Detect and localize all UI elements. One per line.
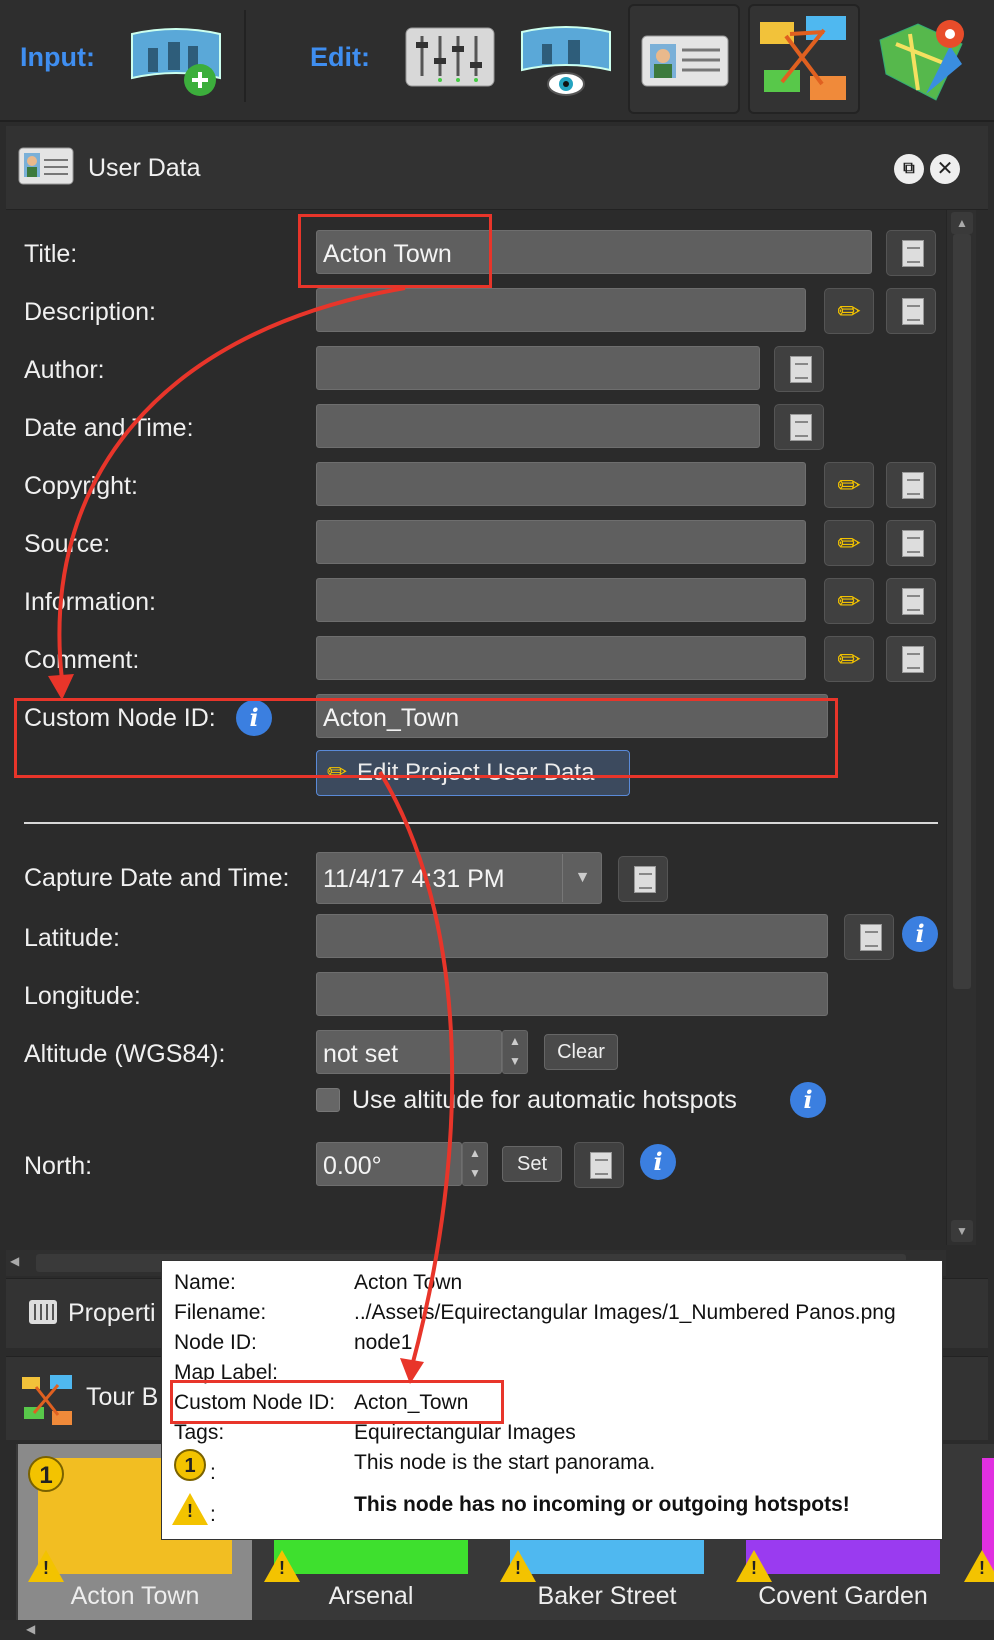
annotation-arrows: [48, 286, 455, 1384]
annotation-arrow-to-tooltip: [378, 770, 455, 1367]
annotation-arrow-to-custom-node: [57, 286, 406, 681]
arrowhead-icon: [400, 1358, 424, 1384]
arrowhead-icon: [48, 674, 74, 700]
